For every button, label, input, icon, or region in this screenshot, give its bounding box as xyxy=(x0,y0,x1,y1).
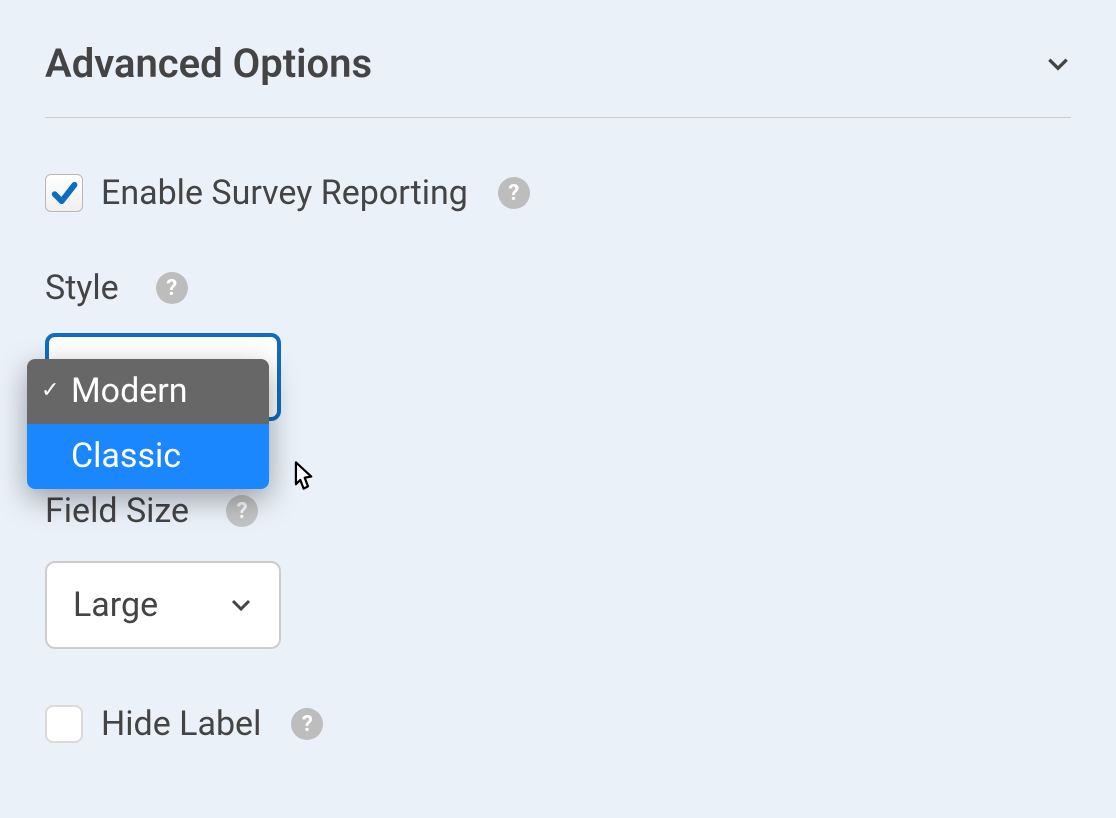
help-icon[interactable]: ? xyxy=(291,708,323,740)
style-option-classic[interactable]: Classic xyxy=(27,424,269,489)
field-size-select[interactable]: Large xyxy=(45,561,281,649)
field-size-value: Large xyxy=(73,585,158,625)
field-size-label: Field Size xyxy=(45,491,189,531)
enable-survey-reporting-checkbox[interactable] xyxy=(45,174,83,212)
help-icon[interactable]: ? xyxy=(226,495,258,527)
advanced-options-header[interactable]: Advanced Options xyxy=(45,20,1071,117)
help-icon[interactable]: ? xyxy=(498,177,530,209)
style-dropdown-menu: Modern Classic xyxy=(27,359,269,489)
chevron-down-icon xyxy=(229,593,253,617)
help-icon[interactable]: ? xyxy=(156,272,188,304)
cursor-pointer-icon xyxy=(285,458,320,493)
hide-label-checkbox[interactable] xyxy=(45,705,83,743)
style-option-modern[interactable]: Modern xyxy=(27,359,269,424)
enable-survey-reporting-label: Enable Survey Reporting xyxy=(101,173,468,213)
section-title: Advanced Options xyxy=(45,40,372,87)
style-label: Style xyxy=(45,268,119,308)
divider xyxy=(45,117,1071,118)
chevron-down-icon[interactable] xyxy=(1045,51,1071,77)
hide-label-label: Hide Label xyxy=(101,704,261,744)
